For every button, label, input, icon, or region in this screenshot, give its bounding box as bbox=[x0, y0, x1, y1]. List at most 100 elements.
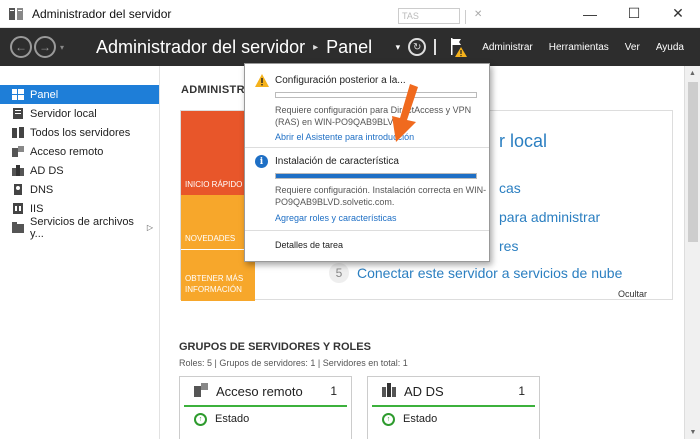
header-dropdown-icon[interactable]: ▾ bbox=[396, 42, 401, 53]
welcome-title: r local bbox=[499, 131, 548, 151]
header-divider bbox=[434, 39, 437, 55]
step-link-4[interactable]: res bbox=[499, 238, 518, 254]
role-card-ad-ds[interactable]: AD DS 1 ↑ Estado bbox=[367, 376, 540, 439]
minimize-button[interactable]: — bbox=[568, 0, 612, 28]
notification-desc: Requiere configuración para DirectAccess… bbox=[275, 104, 471, 128]
sidebar-item-ad-ds[interactable]: AD DS bbox=[0, 161, 159, 180]
maximize-button[interactable]: ☐ bbox=[612, 0, 656, 28]
app-header: ← → ▾ Administrador del servidor ▸ Panel… bbox=[0, 28, 700, 66]
menu-administrar[interactable]: Administrar bbox=[482, 42, 533, 53]
sidebar-item-label: Panel bbox=[30, 88, 59, 101]
notification-title: Configuración posterior a la... bbox=[275, 75, 406, 86]
remote-access-icon bbox=[12, 146, 24, 157]
popup-close-icon[interactable]: ✕ bbox=[474, 9, 482, 20]
popup-toolbar-divider bbox=[465, 10, 466, 24]
header-tools: ▾ ↻ Administrar Herramientas Ver Ayuda bbox=[396, 36, 700, 58]
step-link-3[interactable]: para administrar bbox=[499, 209, 600, 225]
sidebar-item-todos-servidores[interactable]: Todos los servidores bbox=[0, 123, 159, 142]
progress-fill bbox=[276, 174, 476, 178]
sidebar-item-label: Todos los servidores bbox=[30, 126, 131, 139]
warning-icon bbox=[255, 74, 269, 87]
sidebar-item-acceso-remoto[interactable]: Acceso remoto bbox=[0, 142, 159, 161]
sidebar-item-label: DNS bbox=[30, 183, 54, 196]
task-details-link[interactable]: Detalles de tarea bbox=[275, 240, 343, 250]
card-header: Acceso remoto 1 bbox=[184, 377, 347, 407]
ad-ds-icon bbox=[12, 165, 24, 176]
status-ok-icon: ↑ bbox=[194, 412, 207, 426]
window-title: Administrador del servidor bbox=[32, 6, 172, 21]
card-status-row[interactable]: ↑ Estado bbox=[368, 407, 539, 431]
sidebar-item-dns[interactable]: DNS bbox=[0, 180, 159, 199]
refresh-button[interactable]: ↻ bbox=[408, 38, 427, 56]
sidebar-item-label: Servicios de archivos y... bbox=[30, 215, 134, 240]
scroll-thumb[interactable] bbox=[688, 82, 698, 242]
scroll-down-icon[interactable]: ▼ bbox=[685, 425, 700, 439]
notifications-popup: Configuración posterior a la... Requiere… bbox=[244, 63, 490, 262]
notification-desc-line: PO9QAB9BLVD.solvetic.com. bbox=[275, 197, 395, 207]
servers-icon bbox=[12, 127, 24, 138]
card-status-label: Estado bbox=[215, 413, 250, 425]
breadcrumb-current: Panel bbox=[326, 36, 373, 57]
step-number: 5 bbox=[329, 263, 349, 283]
server-manager-app-icon bbox=[8, 7, 24, 21]
annotation-arrow-icon bbox=[388, 84, 422, 142]
tile-label: NOVEDADES bbox=[185, 234, 236, 243]
remote-access-icon bbox=[194, 382, 208, 400]
sidebar-item-servicios-archivos[interactable]: Servicios de archivos y... ▷ bbox=[0, 215, 159, 240]
groups-stats: Roles: 5 | Grupos de servidores: 1 | Ser… bbox=[179, 358, 408, 368]
scroll-up-icon[interactable]: ▲ bbox=[685, 66, 700, 80]
hide-welcome-link[interactable]: Ocultar bbox=[618, 289, 647, 299]
forward-button[interactable]: → bbox=[34, 36, 56, 58]
ad-ds-icon bbox=[382, 382, 396, 400]
sidebar-item-label: IIS bbox=[30, 202, 44, 215]
expand-arrow-icon[interactable]: ▷ bbox=[147, 223, 153, 232]
iis-icon bbox=[12, 203, 24, 214]
card-status-label: Estado bbox=[403, 413, 438, 425]
sidebar-item-label: AD DS bbox=[30, 164, 64, 177]
notification-desc-line: Requiere configuración para DirectAccess… bbox=[275, 105, 472, 115]
card-count: 1 bbox=[518, 384, 525, 398]
menu-ayuda[interactable]: Ayuda bbox=[656, 42, 684, 53]
card-title: AD DS bbox=[404, 383, 444, 399]
tile-label: OBTENER MÁS INFORMACIÓN bbox=[185, 274, 244, 294]
step-label: Conectar este servidor a servicios de nu… bbox=[357, 265, 623, 281]
sidebar-item-panel[interactable]: Panel bbox=[0, 85, 159, 104]
title-bar: Administrador del servidor — ☐ ✕ bbox=[0, 0, 700, 28]
sidebar-item-label: Servidor local bbox=[30, 107, 97, 120]
notifications-flag-icon[interactable] bbox=[448, 36, 468, 58]
sidebar: Panel Servidor local Todos los servidore… bbox=[0, 66, 160, 439]
server-icon bbox=[12, 108, 24, 119]
notification-title: Instalación de característica bbox=[275, 156, 399, 167]
card-count: 1 bbox=[330, 384, 337, 398]
sidebar-item-servidor-local[interactable]: Servidor local bbox=[0, 104, 159, 123]
card-status-row[interactable]: ↑ Estado bbox=[180, 407, 351, 431]
menu-ver[interactable]: Ver bbox=[625, 42, 640, 53]
dashboard-heading: ADMINISTRA bbox=[181, 84, 254, 96]
dns-icon bbox=[12, 184, 24, 195]
notification-desc-line: (RAS) en WIN-PO9QAB9BLVD bbox=[275, 117, 400, 127]
breadcrumb: Administrador del servidor ▸ Panel bbox=[96, 37, 396, 58]
notification-progress bbox=[275, 173, 477, 179]
add-roles-link[interactable]: Agregar roles y características bbox=[275, 213, 397, 223]
step-5[interactable]: 5 Conectar este servidor a servicios de … bbox=[329, 263, 622, 283]
status-ok-icon: ↑ bbox=[382, 412, 395, 426]
back-button[interactable]: ← bbox=[10, 36, 32, 58]
card-title: Acceso remoto bbox=[216, 383, 303, 399]
main-scrollbar[interactable]: ▲ ▼ bbox=[684, 66, 700, 439]
close-button[interactable]: ✕ bbox=[656, 0, 700, 28]
nav-history-dropdown[interactable]: ▾ bbox=[60, 43, 64, 52]
file-services-icon bbox=[12, 222, 24, 233]
notification-desc: Requiere configuración. Instalación corr… bbox=[275, 184, 486, 208]
step-link-2[interactable]: cas bbox=[499, 180, 521, 196]
groups-title: GRUPOS DE SERVIDORES Y ROLES bbox=[179, 341, 371, 353]
popup-divider bbox=[245, 230, 489, 231]
notification-progress bbox=[275, 92, 477, 98]
nav-buttons: ← → ▾ bbox=[10, 36, 82, 58]
popup-divider bbox=[245, 147, 489, 148]
tile-label: INICIO RÁPIDO bbox=[185, 180, 243, 189]
role-card-acceso-remoto[interactable]: Acceso remoto 1 ↑ Estado bbox=[179, 376, 352, 439]
menu-herramientas[interactable]: Herramientas bbox=[549, 42, 609, 53]
breadcrumb-root[interactable]: Administrador del servidor bbox=[96, 37, 305, 58]
dashboard-icon bbox=[12, 89, 24, 100]
task-filter-select[interactable]: TAS bbox=[398, 8, 460, 24]
